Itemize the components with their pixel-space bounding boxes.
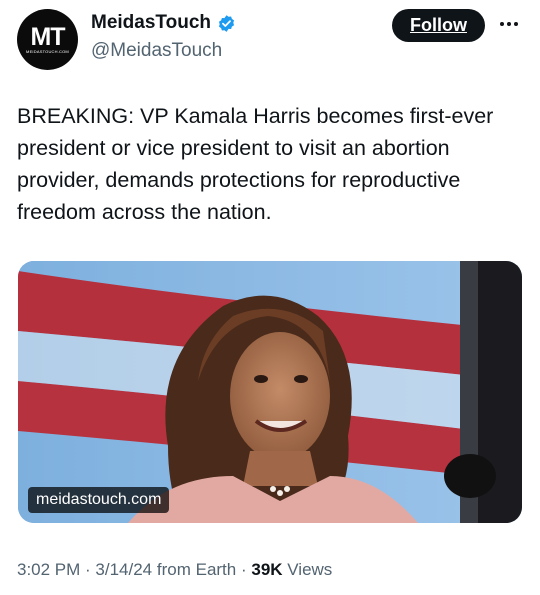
display-name[interactable]: MeidasTouch bbox=[91, 12, 211, 34]
name-row: MeidasTouch bbox=[91, 12, 236, 34]
tweet-meta: 3:02 PM · 3/14/24 from Earth · 39K Views bbox=[17, 560, 332, 580]
handle[interactable]: @MeidasTouch bbox=[91, 40, 222, 62]
tweet-media-image[interactable] bbox=[18, 261, 522, 523]
views-count[interactable]: 39K bbox=[251, 560, 282, 579]
tweet-text: BREAKING: VP Kamala Harris becomes first… bbox=[17, 104, 494, 224]
more-options-icon[interactable] bbox=[497, 12, 521, 36]
link-domain-badge[interactable]: meidastouch.com bbox=[28, 487, 170, 513]
meta-separator: · bbox=[236, 560, 252, 579]
tweet-source: from Earth bbox=[152, 560, 237, 579]
tweet-header: MT MEIDASTOUCH.COM MeidasTouch @MeidasTo… bbox=[0, 0, 540, 80]
views-label: Views bbox=[282, 560, 333, 579]
harris-photo bbox=[18, 261, 522, 523]
avatar-subtext: MEIDASTOUCH.COM bbox=[26, 49, 69, 54]
avatar-monogram: MT bbox=[30, 23, 65, 51]
avatar[interactable]: MT MEIDASTOUCH.COM bbox=[17, 9, 78, 70]
verified-badge-icon bbox=[217, 14, 236, 33]
tweet-time[interactable]: 3:02 PM bbox=[17, 560, 80, 579]
follow-button[interactable]: Follow bbox=[392, 9, 485, 42]
meta-separator: · bbox=[80, 560, 96, 579]
tweet-date[interactable]: 3/14/24 bbox=[95, 560, 152, 579]
